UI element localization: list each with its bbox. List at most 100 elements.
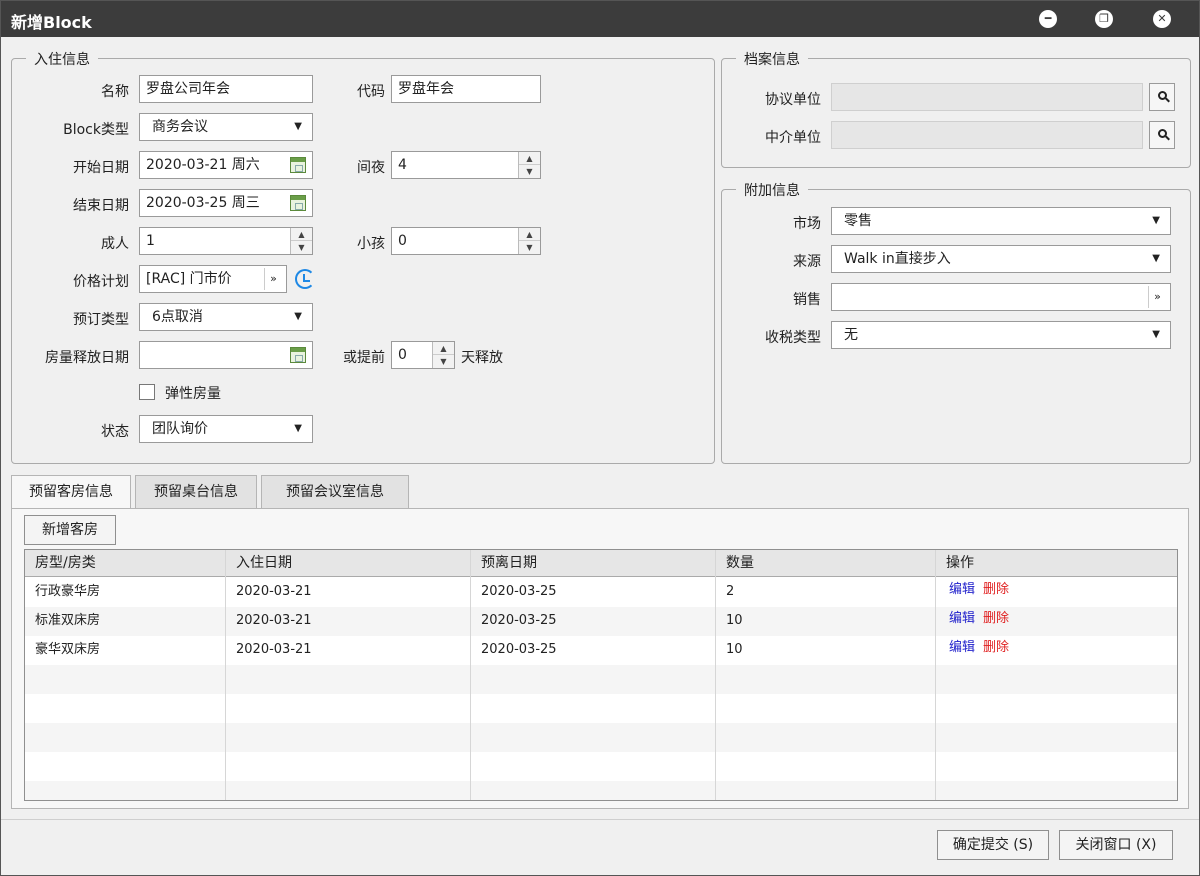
adults-stepper[interactable]: 1 ▲ ▼ [139,227,313,255]
agreement-label: 协议单位 [765,92,821,108]
profile-info-legend: 档案信息 [736,49,808,69]
room-table: 房型/房类 入住日期 预离日期 数量 操作 行政豪华房 2020-03-21 2… [24,549,1178,801]
start-date-value: 2020-03-21 周六 [146,157,260,173]
agent-search-button[interactable] [1149,121,1175,149]
empty-row [25,665,1177,694]
delete-link[interactable]: 删除 [983,640,1009,655]
adults-spin[interactable]: ▲ ▼ [290,228,312,254]
rate-plan-select[interactable]: [RAC] 门市价 » [139,265,287,293]
children-spin[interactable]: ▲ ▼ [518,228,540,254]
title-bar: 新增Block ━ ❐ ✕ [1,1,1199,37]
checkin-cell: 2020-03-21 [236,584,312,599]
code-input[interactable]: 罗盘年会 [391,75,541,103]
children-stepper[interactable]: 0 ▲ ▼ [391,227,541,255]
chevron-down-icon: ▼ [1152,253,1160,264]
column-header[interactable]: 数量 [716,550,754,576]
booking-type-select[interactable]: 6点取消 ▼ [139,303,313,331]
add-room-button[interactable]: 新增客房 [24,515,116,545]
column-divider [225,550,226,800]
agent-input[interactable] [831,121,1143,149]
source-value: Walk in直接步入 [844,251,951,267]
double-chevron-down-icon: » [1148,286,1166,308]
chevron-down-icon: ▼ [294,423,302,434]
nights-stepper[interactable]: 4 ▲ ▼ [391,151,541,179]
empty-row [25,694,1177,723]
extra-info-legend: 附加信息 [736,180,808,200]
name-label: 名称 [101,84,129,100]
agreement-search-button[interactable] [1149,83,1175,111]
adults-value: 1 [146,233,155,249]
search-icon-handle [1165,135,1170,141]
rate-plan-value: [RAC] 门市价 [146,271,232,287]
close-window-button[interactable]: 关闭窗口 (X) [1059,830,1173,860]
advance-spin[interactable]: ▲ ▼ [432,342,454,368]
start-date-label: 开始日期 [73,160,129,176]
end-date-input[interactable]: 2020-03-25 周三 [139,189,313,217]
tax-type-label: 收税类型 [765,330,821,346]
advance-stepper[interactable]: 0 ▲ ▼ [391,341,455,369]
refresh-icon[interactable] [295,269,315,289]
delete-link[interactable]: 删除 [983,582,1009,597]
chevron-down-icon: ▼ [1152,329,1160,340]
calendar-icon[interactable] [290,195,306,211]
spin-up-icon[interactable]: ▲ [519,228,540,241]
source-select[interactable]: Walk in直接步入 ▼ [831,245,1171,273]
dialog-window: 新增Block ━ ❐ ✕ 入住信息 名称 罗盘公司年会 代码 罗盘年会 Blo… [0,0,1200,876]
checkout-cell: 2020-03-25 [481,613,557,628]
spin-up-icon[interactable]: ▲ [433,342,454,355]
agreement-input[interactable] [831,83,1143,111]
status-value: 团队询价 [152,421,208,437]
spin-down-icon[interactable]: ▼ [291,241,312,254]
column-header[interactable]: 房型/房类 [25,550,96,576]
name-input[interactable]: 罗盘公司年会 [139,75,313,103]
confirm-submit-button[interactable]: 确定提交 (S) [937,830,1049,860]
tab-table[interactable]: 预留桌台信息 [135,475,257,509]
sales-select[interactable]: » [831,283,1171,311]
calendar-icon[interactable] [290,347,306,363]
quantity-cell: 2 [726,584,735,599]
restore-button[interactable]: ❐ [1095,10,1113,28]
tax-type-select[interactable]: 无 ▼ [831,321,1171,349]
spin-up-icon[interactable]: ▲ [519,152,540,165]
edit-link[interactable]: 编辑 [949,640,975,655]
window-title: 新增Block [11,13,92,32]
status-select[interactable]: 团队询价 ▼ [139,415,313,443]
delete-link[interactable]: 删除 [983,611,1009,626]
children-label: 小孩 [357,236,385,252]
market-label: 市场 [793,216,821,232]
actions-cell: 编辑 删除 [939,607,1009,635]
room-type-cell: 豪华双床房 [35,642,101,657]
booking-type-value: 6点取消 [152,309,203,325]
empty-row [25,781,1177,800]
close-icon: ✕ [1157,12,1167,25]
edit-link[interactable]: 编辑 [949,582,975,597]
spin-down-icon[interactable]: ▼ [433,355,454,368]
quantity-cell: 10 [726,642,743,657]
market-select[interactable]: 零售 ▼ [831,207,1171,235]
room-type-cell: 标准双床房 [35,613,101,628]
spin-up-icon[interactable]: ▲ [291,228,312,241]
tax-type-value: 无 [844,327,858,343]
spin-down-icon[interactable]: ▼ [519,241,540,254]
column-divider [935,550,936,800]
column-header[interactable]: 预离日期 [471,550,537,576]
column-header[interactable]: 入住日期 [226,550,292,576]
minimize-button[interactable]: ━ [1039,10,1057,28]
edit-link[interactable]: 编辑 [949,611,975,626]
elastic-checkbox[interactable] [139,384,155,400]
spin-down-icon[interactable]: ▼ [519,165,540,178]
table-row[interactable]: 标准双床房 2020-03-21 2020-03-25 10 编辑 删除 [25,607,1177,636]
tab-meeting-room[interactable]: 预留会议室信息 [261,475,409,509]
calendar-icon[interactable] [290,157,306,173]
close-button[interactable]: ✕ [1153,10,1171,28]
block-type-select[interactable]: 商务会议 ▼ [139,113,313,141]
source-label: 来源 [793,254,821,270]
table-row[interactable]: 豪华双床房 2020-03-21 2020-03-25 10 编辑 删除 [25,636,1177,665]
tab-room[interactable]: 预留客房信息 [11,475,131,510]
release-date-input[interactable] [139,341,313,369]
column-header[interactable]: 操作 [936,550,974,576]
advance-label: 或提前 [343,350,385,366]
table-row[interactable]: 行政豪华房 2020-03-21 2020-03-25 2 编辑 删除 [25,578,1177,607]
nights-spin[interactable]: ▲ ▼ [518,152,540,178]
start-date-input[interactable]: 2020-03-21 周六 [139,151,313,179]
